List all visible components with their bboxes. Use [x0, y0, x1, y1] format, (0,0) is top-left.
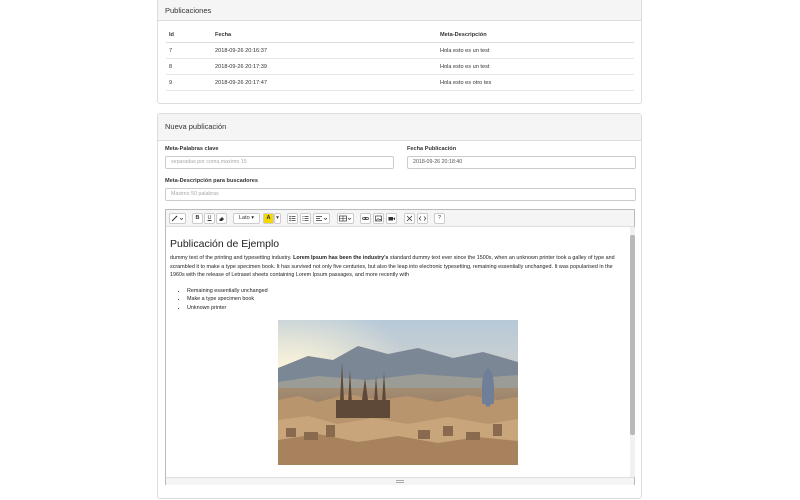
editor-scrollbar[interactable]	[630, 227, 635, 477]
bold-icon[interactable]: B	[192, 213, 203, 224]
cell-id: 9	[166, 74, 212, 91]
content-paragraph-start: dummy text of the printing and typesetti…	[170, 255, 294, 261]
column-header-date: Fecha	[212, 27, 437, 43]
table-icon[interactable]	[337, 213, 354, 224]
eraser-icon[interactable]	[216, 213, 227, 224]
content-paragraph: dummy text of the printing and typesetti…	[170, 254, 626, 280]
cell-id: 8	[166, 58, 212, 75]
cell-date: 2018-09-26 20:17:39	[212, 58, 437, 75]
content-paragraph-bold: Lorem Ipsum has been the industry's	[293, 255, 389, 261]
description-label: Meta-Descripción para buscadores	[165, 178, 258, 184]
editor-resize-bar[interactable]	[166, 477, 634, 485]
fullscreen-icon[interactable]	[404, 213, 415, 224]
cell-meta: Hola esto es otro tes	[437, 74, 634, 91]
magic-icon[interactable]	[169, 213, 186, 224]
publications-panel: Publicaciones Id Fecha Meta-Descripción …	[157, 0, 642, 104]
new-publication-panel: Nueva publicación Meta-Palabras clave se…	[157, 113, 642, 499]
editor-content[interactable]: Publicación de Ejemplo dummy text of the…	[166, 227, 630, 477]
editor-toolbar: B U Lato ▾ A ▾ ?	[166, 210, 634, 227]
chevron-down-icon: ▾	[251, 215, 254, 221]
keywords-label: Meta-Palabras clave	[165, 146, 219, 152]
cell-date: 2018-09-26 20:16:37	[212, 42, 437, 59]
cell-meta: Hola esto es un test	[437, 42, 634, 59]
font-name-dropdown[interactable]: Lato ▾	[233, 213, 260, 224]
list-item: Unknown printer	[187, 304, 268, 312]
code-view-icon[interactable]	[417, 213, 428, 224]
keywords-input[interactable]: separadas por coma,maximo 15	[165, 156, 394, 169]
link-icon[interactable]	[360, 213, 371, 224]
align-icon[interactable]	[313, 213, 330, 224]
video-icon[interactable]	[386, 213, 397, 224]
city-photo[interactable]	[278, 320, 518, 465]
cell-date: 2018-09-26 20:17:47	[212, 74, 437, 91]
table-row[interactable]: 8 2018-09-26 20:17:39 Hola esto es un te…	[166, 58, 634, 75]
description-input[interactable]: Maximo 50 palabras	[165, 188, 636, 201]
resize-grip-icon[interactable]	[396, 480, 404, 483]
rich-text-editor[interactable]: B U Lato ▾ A ▾ ? Publicación de Ejemplo …	[165, 209, 635, 485]
publications-panel-title: Publicaciones	[158, 0, 641, 21]
font-color-dropdown-icon[interactable]: ▾	[274, 213, 281, 224]
underline-icon[interactable]: U	[204, 213, 215, 224]
help-icon[interactable]: ?	[434, 213, 445, 224]
new-publication-panel-title: Nueva publicación	[158, 114, 641, 141]
content-bullet-list: Remaining essentially unchanged Make a t…	[179, 287, 268, 312]
list-item: Remaining essentially unchanged	[187, 287, 268, 295]
table-row[interactable]: 7 2018-09-26 20:16:37 Hola esto es un te…	[166, 42, 634, 59]
list-item: Make a type specimen book	[187, 295, 268, 303]
table-header-row: Id Fecha Meta-Descripción	[166, 27, 634, 43]
cell-id: 7	[166, 42, 212, 59]
font-name-label: Lato	[238, 215, 250, 221]
column-header-meta: Meta-Descripción	[437, 27, 634, 43]
font-color-icon[interactable]: A	[263, 213, 274, 224]
cell-meta: Hola esto es un test	[437, 58, 634, 75]
date-label: Fecha Publicación	[407, 146, 457, 152]
column-header-id: Id	[166, 27, 212, 43]
date-input[interactable]: 2018-09-26 20:18:40	[407, 156, 636, 169]
table-row[interactable]: 9 2018-09-26 20:17:47 Hola esto es otro …	[166, 74, 634, 91]
ordered-list-icon[interactable]	[300, 213, 311, 224]
publications-table: Id Fecha Meta-Descripción 7 2018-09-26 2…	[166, 27, 634, 91]
unordered-list-icon[interactable]	[287, 213, 298, 224]
content-heading: Publicación de Ejemplo	[170, 238, 280, 250]
picture-icon[interactable]	[373, 213, 384, 224]
scrollbar-thumb[interactable]	[630, 235, 635, 435]
